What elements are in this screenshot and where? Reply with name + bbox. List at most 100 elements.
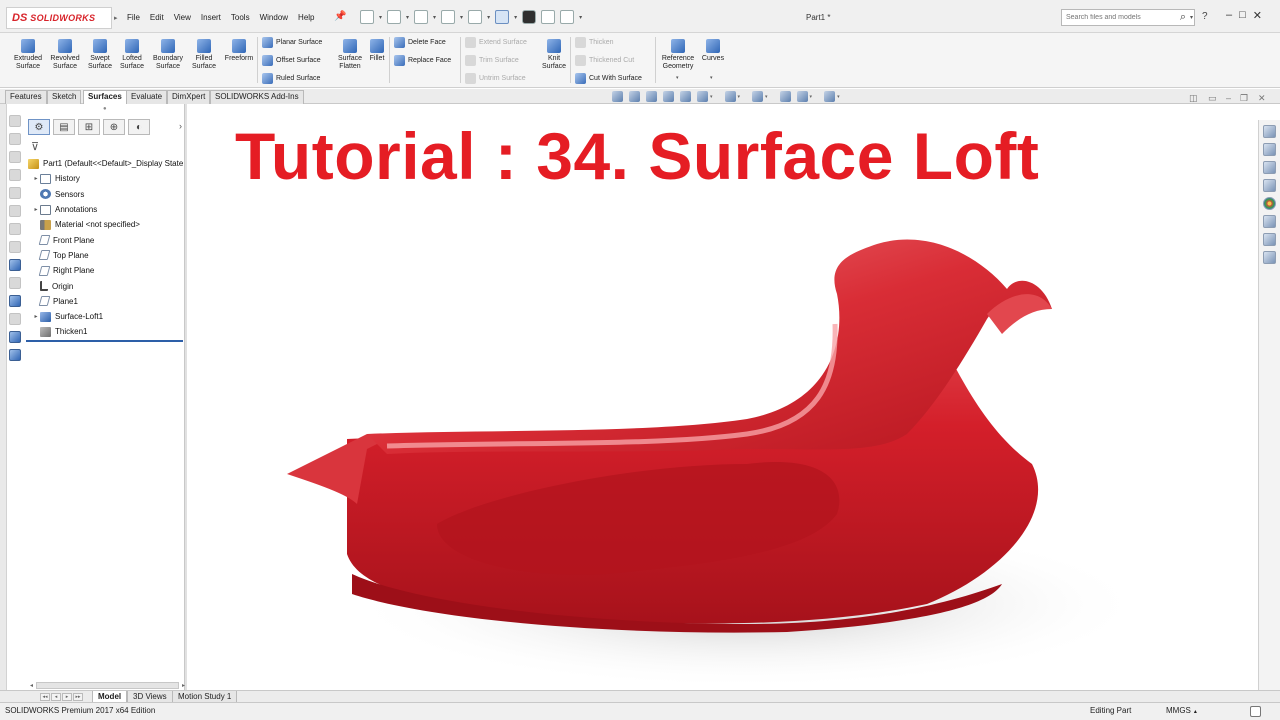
sketch-selection-icon[interactable] <box>9 169 21 181</box>
edge-selection-icon[interactable] <box>9 133 21 145</box>
revolved-surface-button[interactable]: Revolved Surface <box>49 39 81 71</box>
zoom-to-fit-icon[interactable] <box>612 91 623 102</box>
thickened-cut-button[interactable]: Thickened Cut <box>575 55 634 66</box>
swept-surface-button[interactable]: Swept Surface <box>85 39 115 71</box>
rebuild-status-icon[interactable] <box>1250 706 1261 717</box>
lofted-surface-button[interactable]: Lofted Surface <box>117 39 147 71</box>
tab-dimxpert[interactable]: DimXpert <box>167 90 211 104</box>
freeform-button[interactable]: Freeform <box>222 39 256 63</box>
untrim-surface-button[interactable]: Untrim Surface <box>465 73 526 84</box>
vertex-selection-icon[interactable] <box>9 151 21 163</box>
rebuild-icon[interactable] <box>522 10 537 24</box>
history-step-icon[interactable] <box>9 277 21 289</box>
delete-face-button[interactable]: Delete Face <box>394 37 446 48</box>
previous-view-icon[interactable] <box>646 91 657 102</box>
hide-show-items-icon[interactable] <box>752 91 764 102</box>
minimize-icon[interactable]: – <box>1226 9 1232 22</box>
menu-insert[interactable]: Insert <box>201 13 221 22</box>
tree-item-material[interactable]: Material <not specified> <box>26 217 185 232</box>
body-selection-icon[interactable] <box>9 205 21 217</box>
solidworks-logo[interactable]: DS SOLIDWORKS <box>6 7 112 29</box>
menu-tools[interactable]: Tools <box>231 13 250 22</box>
menu-edit[interactable]: Edit <box>150 13 164 22</box>
featuremanager-tree-icon[interactable]: ⚙ <box>28 119 50 135</box>
save-icon[interactable] <box>414 10 429 24</box>
tutorial-chat-icon[interactable] <box>1263 251 1276 264</box>
scroll-left-icon[interactable]: ◂ <box>30 682 33 689</box>
section-view-icon[interactable] <box>663 91 674 102</box>
monitor-icon[interactable] <box>9 295 21 307</box>
search-box[interactable]: ⌕ ▾ <box>1061 9 1195 26</box>
search-icon[interactable]: ⌕ <box>1180 11 1186 24</box>
search-dropdown-icon[interactable]: ▾ <box>1190 14 1193 21</box>
replace-face-button[interactable]: Replace Face <box>394 55 451 66</box>
tree-item-origin[interactable]: Origin <box>26 278 185 293</box>
tree-item-front-plane[interactable]: Front Plane <box>26 232 185 247</box>
displaymanager-icon[interactable]: ◐ <box>128 119 150 135</box>
apply-scene-icon[interactable] <box>796 91 808 102</box>
surface-flatten-button[interactable]: Surface Flatten <box>334 39 366 71</box>
dynamic-annotation-icon[interactable] <box>680 91 691 102</box>
boundary-surface-button[interactable]: Boundary Surface <box>150 39 186 71</box>
logo-menu-arrow-icon[interactable]: ▸ <box>114 14 118 22</box>
expand-arrow-icon[interactable]: ▸ <box>32 175 40 182</box>
file-properties-icon[interactable] <box>541 10 556 24</box>
view-palette-icon[interactable] <box>1263 179 1276 192</box>
tree-item-right-plane[interactable]: Right Plane <box>26 263 185 278</box>
cut-with-surface-button[interactable]: Cut With Surface <box>575 73 642 84</box>
undo-icon[interactable] <box>468 10 483 24</box>
reference-geometry-button[interactable]: Reference Geometry <box>659 39 697 71</box>
planar-surface-button[interactable]: Planar Surface <box>262 37 322 48</box>
prev-tab-icon[interactable]: ◂ <box>51 693 61 701</box>
extruded-surface-button[interactable]: Extruded Surface <box>12 39 44 71</box>
next-tab-icon[interactable]: ▸ <box>62 693 72 701</box>
trim-surface-button[interactable]: Trim Surface <box>465 55 519 66</box>
copy-icon[interactable] <box>9 313 21 325</box>
help-button[interactable]: ? <box>1202 11 1208 22</box>
tree-root-part[interactable]: Part1 (Default<<Default>_Display State <box>26 156 185 171</box>
tree-item-plane1[interactable]: Plane1 <box>26 294 185 309</box>
ruled-surface-button[interactable]: Ruled Surface <box>262 73 320 84</box>
menu-window[interactable]: Window <box>260 13 288 22</box>
maximize-icon[interactable]: □ <box>1239 9 1246 22</box>
tab-evaluate[interactable]: Evaluate <box>126 90 168 104</box>
solidworks-forum-icon[interactable] <box>1263 233 1276 246</box>
custom-properties-icon[interactable] <box>1263 215 1276 228</box>
pin-menu-icon[interactable]: 📌 <box>334 11 346 22</box>
viewport-minimize-icon[interactable]: – <box>1226 93 1231 103</box>
close-icon[interactable]: ✕ <box>1253 9 1262 22</box>
last-tab-icon[interactable]: ▸▸ <box>73 693 83 701</box>
filter-icon[interactable]: ⊽ <box>31 140 39 153</box>
viewport-split-icon[interactable]: ▭ <box>1208 93 1217 104</box>
unit-system-selector[interactable]: MMGS <box>1166 706 1197 715</box>
new-document-icon[interactable] <box>360 10 374 24</box>
expand-arrow-icon[interactable]: ▸ <box>32 206 40 213</box>
manager-tabs-more-icon[interactable]: › <box>179 121 182 131</box>
file-explorer-icon[interactable] <box>1263 161 1276 174</box>
extend-surface-button[interactable]: Extend Surface <box>465 37 527 48</box>
tree-horizontal-scrollbar[interactable]: ◂ ▸ <box>26 680 185 690</box>
tree-item-annotations[interactable]: ▸ Annotations <box>26 202 185 217</box>
tree-item-history[interactable]: ▸ History <box>26 171 185 186</box>
tab-solidworks-add-ins[interactable]: SOLIDWORKS Add-Ins <box>210 90 304 104</box>
edit-appearance-icon[interactable] <box>779 91 791 102</box>
filled-surface-button[interactable]: Filled Surface <box>189 39 219 71</box>
dimxpertmanager-icon[interactable]: ⊕ <box>103 119 125 135</box>
tab-sketch[interactable]: Sketch <box>47 90 82 104</box>
options-gear-icon[interactable] <box>560 10 575 24</box>
panel-grip-icon[interactable]: ● <box>103 106 107 112</box>
knit-surface-button[interactable]: Knit Surface <box>540 39 568 71</box>
viewport-maximize-icon[interactable]: ❐ <box>1240 93 1248 104</box>
select-pointer-icon[interactable] <box>495 10 510 24</box>
offset-surface-button[interactable]: Offset Surface <box>262 55 321 66</box>
tab-features[interactable]: Features <box>5 90 47 104</box>
curves-dropdown-icon[interactable]: ▾ <box>710 75 713 81</box>
tree-item-thicken1[interactable]: Thicken1 <box>26 324 185 339</box>
expand-arrow-icon[interactable]: ▸ <box>32 313 40 320</box>
menu-file[interactable]: File <box>127 13 140 22</box>
layers-icon[interactable] <box>9 331 21 343</box>
first-tab-icon[interactable]: ◂◂ <box>40 693 50 701</box>
view-orientation-icon[interactable] <box>697 91 708 102</box>
stack-icon[interactable] <box>9 349 21 361</box>
lock-icon[interactable] <box>9 241 21 253</box>
